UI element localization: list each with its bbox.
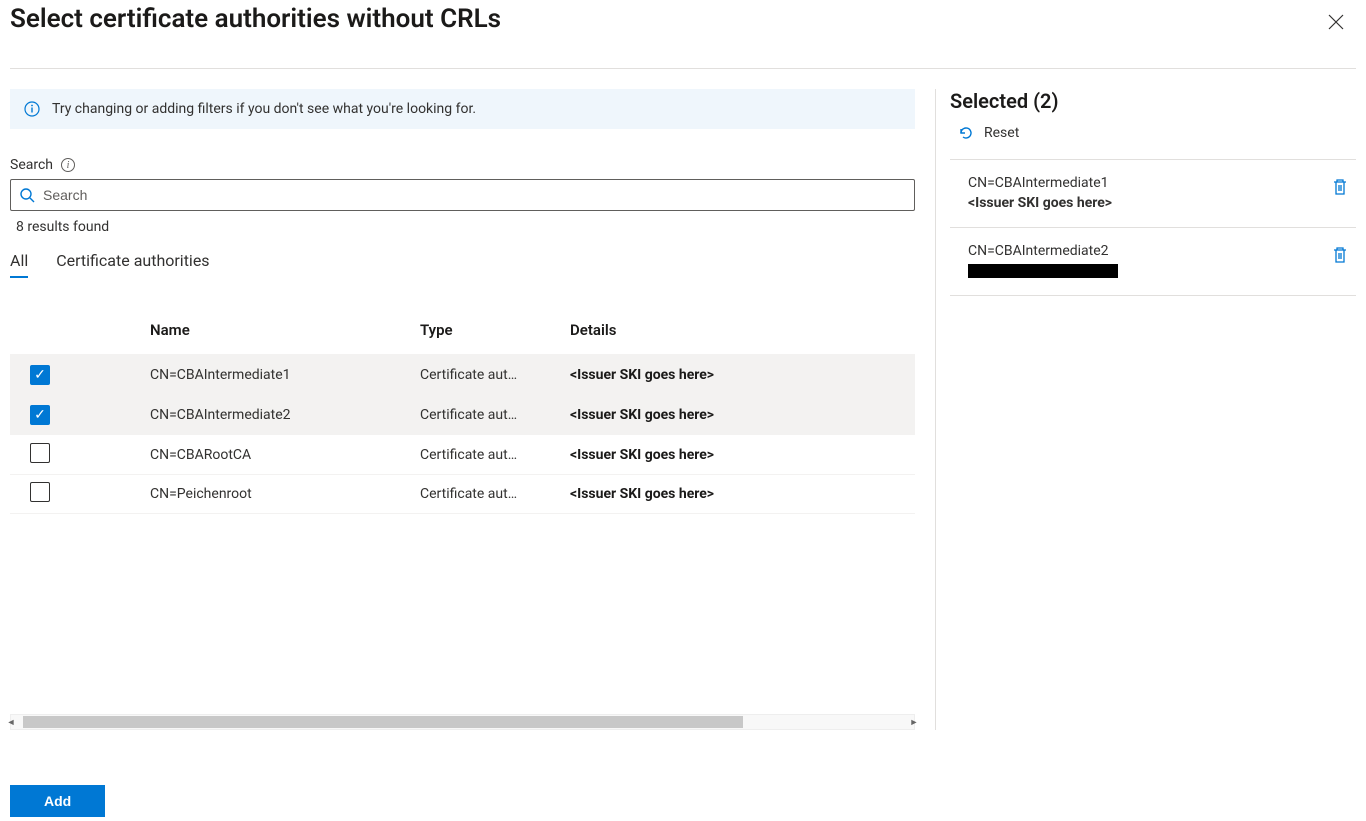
selected-item-sub: <Issuer SKI goes here> (968, 194, 1112, 214)
cell-name: CN=CBAIntermediate2 (150, 407, 420, 423)
cell-details: <Issuer SKI goes here> (570, 367, 915, 383)
redacted-text (968, 264, 1118, 278)
row-checkbox[interactable] (30, 365, 50, 385)
info-icon (24, 101, 40, 117)
cell-name: CN=CBARootCA (150, 447, 420, 463)
remove-selected-button[interactable] (1330, 176, 1350, 202)
selected-item-name: CN=CBAIntermediate1 (968, 174, 1112, 194)
horizontal-scrollbar[interactable]: ◄ ► (10, 714, 915, 730)
cell-name: CN=Peichenroot (150, 486, 420, 502)
search-input[interactable] (35, 187, 906, 203)
selected-item-name: CN=CBAIntermediate2 (968, 242, 1118, 262)
trash-icon (1332, 178, 1348, 196)
table-row[interactable]: CN=CBAIntermediate1 Certificate aut… <Is… (10, 354, 915, 394)
reset-label: Reset (984, 125, 1019, 141)
reset-button[interactable]: Reset (950, 125, 1356, 141)
close-icon (1328, 14, 1344, 30)
cell-type: Certificate aut… (420, 486, 570, 502)
cell-details: <Issuer SKI goes here> (570, 486, 915, 502)
close-button[interactable] (1324, 10, 1348, 34)
table-row[interactable]: CN=Peichenroot Certificate aut… <Issuer … (10, 474, 915, 514)
col-name[interactable]: Name (150, 321, 420, 339)
table-row[interactable]: CN=CBARootCA Certificate aut… <Issuer SK… (10, 434, 915, 474)
tab-all[interactable]: All (10, 245, 28, 278)
col-details[interactable]: Details (570, 321, 915, 339)
cell-details: <Issuer SKI goes here> (570, 447, 915, 463)
ca-table: Name Type Details CN=CBAIntermediate1 Ce… (10, 314, 915, 514)
search-icon (19, 187, 35, 203)
results-count: 8 results found (10, 219, 915, 235)
search-box[interactable] (10, 179, 915, 211)
cell-details: <Issuer SKI goes here> (570, 407, 915, 423)
info-tooltip-icon[interactable]: i (61, 158, 75, 172)
row-checkbox[interactable] (30, 405, 50, 425)
cell-type: Certificate aut… (420, 447, 570, 463)
scroll-right-arrow-icon[interactable]: ► (900, 715, 914, 729)
cell-name: CN=CBAIntermediate1 (150, 367, 420, 383)
info-banner: Try changing or adding filters if you do… (10, 89, 915, 129)
undo-icon (958, 125, 974, 141)
scroll-thumb[interactable] (23, 716, 743, 728)
tab-certificate-authorities[interactable]: Certificate authorities (56, 245, 209, 278)
add-button[interactable]: Add (10, 785, 105, 817)
selected-list: CN=CBAIntermediate1 <Issuer SKI goes her… (950, 159, 1356, 296)
selected-item: CN=CBAIntermediate1 <Issuer SKI goes her… (950, 159, 1356, 227)
search-label: Search (10, 157, 53, 173)
info-banner-text: Try changing or adding filters if you do… (52, 101, 476, 117)
row-checkbox[interactable] (30, 443, 50, 463)
col-type[interactable]: Type (420, 321, 570, 339)
selected-heading: Selected (2) (950, 89, 1356, 113)
cell-type: Certificate aut… (420, 407, 570, 423)
tabs: All Certificate authorities (10, 245, 915, 278)
row-checkbox[interactable] (30, 482, 50, 502)
table-row[interactable]: CN=CBAIntermediate2 Certificate aut… <Is… (10, 394, 915, 434)
remove-selected-button[interactable] (1330, 244, 1350, 270)
trash-icon (1332, 246, 1348, 264)
cell-type: Certificate aut… (420, 367, 570, 383)
table-header: Name Type Details (10, 314, 915, 354)
selected-item: CN=CBAIntermediate2 (950, 227, 1356, 296)
page-title: Select certificate authorities without C… (10, 4, 501, 34)
